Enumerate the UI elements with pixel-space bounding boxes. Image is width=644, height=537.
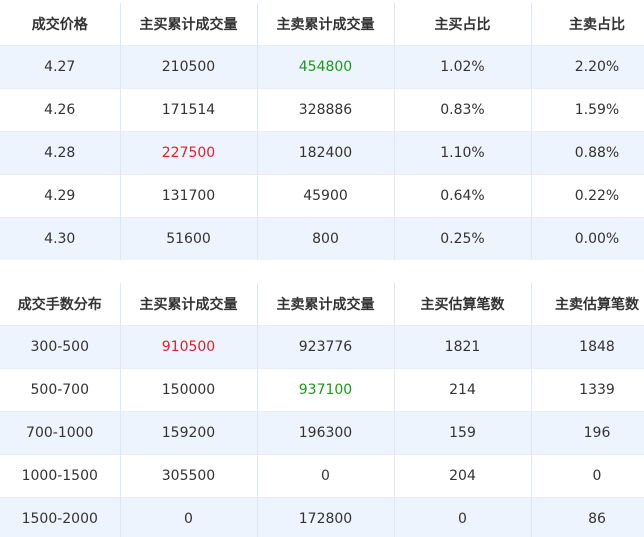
col-header-sell-ratio: 主卖占比	[531, 3, 644, 46]
trade-distribution-panel: 成交价格 主买累计成交量 主卖累计成交量 主买占比 主卖占比 4.27 2105…	[0, 0, 644, 537]
cell-price: 4.28	[0, 131, 121, 175]
col-header-sell-count: 主卖估算笔数	[531, 283, 644, 326]
cell-price: 4.30	[0, 217, 121, 260]
cell-sell-volume: 800	[257, 217, 395, 260]
cell-sell-ratio: 2.20%	[531, 45, 644, 89]
col-header-buy-volume: 主买累计成交量	[120, 3, 258, 46]
cell-lot-range: 300-500	[0, 325, 121, 369]
table-row: 1500-2000 0 172800 0 86	[0, 497, 644, 537]
cell-sell-ratio: 1.59%	[531, 88, 644, 132]
table-row: 4.26 171514 328886 0.83% 1.59%	[0, 88, 644, 132]
table-row: 500-700 150000 937100 214 1339	[0, 368, 644, 412]
cell-sell-count: 1339	[531, 368, 644, 412]
table-header-row: 成交价格 主买累计成交量 主卖累计成交量 主买占比 主卖占比	[0, 3, 644, 46]
cell-sell-ratio: 0.22%	[531, 174, 644, 218]
price-distribution-table: 成交价格 主买累计成交量 主卖累计成交量 主买占比 主卖占比 4.27 2105…	[0, 3, 644, 260]
cell-lot-range: 500-700	[0, 368, 121, 412]
cell-buy-count: 214	[394, 368, 532, 412]
table-row: 4.27 210500 454800 1.02% 2.20%	[0, 45, 644, 89]
cell-sell-ratio: 0.88%	[531, 131, 644, 175]
cell-sell-count: 0	[531, 454, 644, 498]
cell-sell-count: 196	[531, 411, 644, 455]
cell-buy-ratio: 1.10%	[394, 131, 532, 175]
cell-buy-volume: 171514	[120, 88, 258, 132]
cell-price: 4.29	[0, 174, 121, 218]
cell-buy-volume: 150000	[120, 368, 258, 412]
table-row: 4.30 51600 800 0.25% 0.00%	[0, 217, 644, 260]
cell-lot-range: 1500-2000	[0, 497, 121, 537]
col-header-buy-ratio: 主买占比	[394, 3, 532, 46]
cell-buy-ratio: 0.64%	[394, 174, 532, 218]
cell-sell-volume: 923776	[257, 325, 395, 369]
cell-sell-volume: 454800	[257, 45, 395, 89]
table-row: 700-1000 159200 196300 159 196	[0, 411, 644, 455]
table-header-row: 成交手数分布 主买累计成交量 主卖累计成交量 主买估算笔数 主卖估算笔数	[0, 283, 644, 326]
col-header-lot-range: 成交手数分布	[0, 283, 121, 326]
cell-buy-count: 1821	[394, 325, 532, 369]
cell-buy-ratio: 1.02%	[394, 45, 532, 89]
cell-sell-volume: 937100	[257, 368, 395, 412]
table-row: 1000-1500 305500 0 204 0	[0, 454, 644, 498]
cell-sell-volume: 0	[257, 454, 395, 498]
cell-buy-volume: 227500	[120, 131, 258, 175]
table-row: 4.29 131700 45900 0.64% 0.22%	[0, 174, 644, 218]
cell-sell-volume: 45900	[257, 174, 395, 218]
cell-buy-volume: 0	[120, 497, 258, 537]
cell-buy-count: 204	[394, 454, 532, 498]
col-header-buy-volume: 主买累计成交量	[120, 283, 258, 326]
cell-buy-count: 0	[394, 497, 532, 537]
col-header-price: 成交价格	[0, 3, 121, 46]
cell-sell-count: 1848	[531, 325, 644, 369]
cell-buy-count: 159	[394, 411, 532, 455]
table-row: 300-500 910500 923776 1821 1848	[0, 325, 644, 369]
cell-lot-range: 700-1000	[0, 411, 121, 455]
cell-buy-volume: 910500	[120, 325, 258, 369]
cell-buy-volume: 51600	[120, 217, 258, 260]
table-row: 4.28 227500 182400 1.10% 0.88%	[0, 131, 644, 175]
cell-price: 4.27	[0, 45, 121, 89]
col-header-buy-count: 主买估算笔数	[394, 283, 532, 326]
cell-sell-count: 86	[531, 497, 644, 537]
cell-buy-volume: 305500	[120, 454, 258, 498]
cell-sell-volume: 328886	[257, 88, 395, 132]
cell-price: 4.26	[0, 88, 121, 132]
cell-buy-volume: 131700	[120, 174, 258, 218]
cell-lot-range: 1000-1500	[0, 454, 121, 498]
cell-buy-ratio: 0.25%	[394, 217, 532, 260]
col-header-sell-volume: 主卖累计成交量	[257, 3, 395, 46]
cell-buy-ratio: 0.83%	[394, 88, 532, 132]
lot-size-distribution-table: 成交手数分布 主买累计成交量 主卖累计成交量 主买估算笔数 主卖估算笔数 300…	[0, 283, 644, 537]
cell-buy-volume: 210500	[120, 45, 258, 89]
col-header-sell-volume: 主卖累计成交量	[257, 283, 395, 326]
cell-sell-volume: 172800	[257, 497, 395, 537]
cell-sell-volume: 182400	[257, 131, 395, 175]
cell-sell-ratio: 0.00%	[531, 217, 644, 260]
cell-buy-volume: 159200	[120, 411, 258, 455]
cell-sell-volume: 196300	[257, 411, 395, 455]
